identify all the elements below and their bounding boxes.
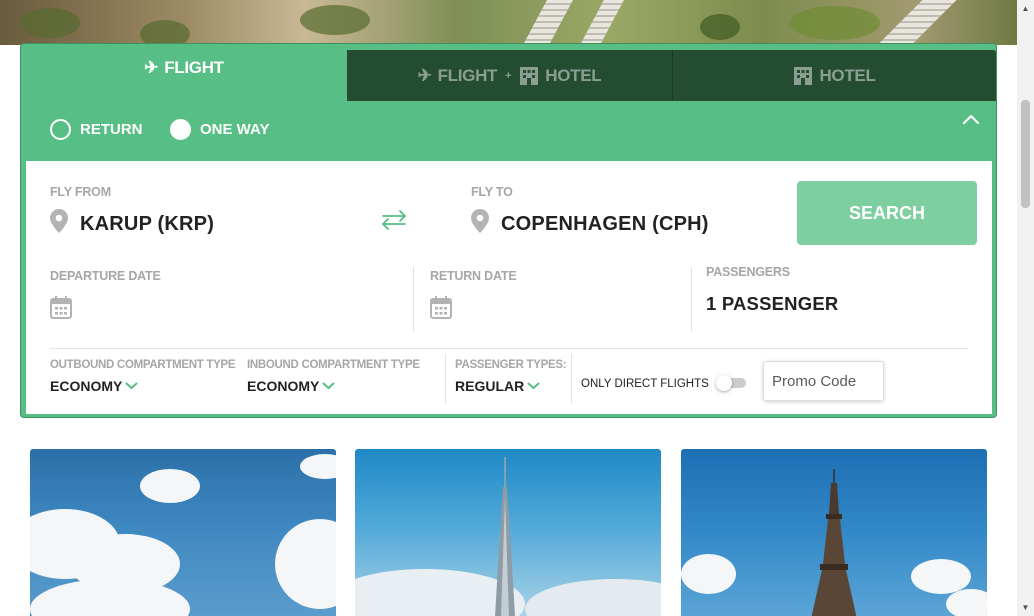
departure-date-field[interactable]: [80, 291, 400, 321]
passenger-types-label: PASSENGER TYPES:: [455, 359, 567, 371]
location-pin-icon: [50, 209, 68, 233]
chevron-down-icon: [322, 382, 335, 390]
divider: [691, 267, 692, 331]
chevron-down-icon: [125, 382, 138, 390]
tab-flight-hotel-label-flight: FLIGHT: [437, 65, 498, 85]
swap-arrows-icon[interactable]: [381, 209, 407, 231]
promo-code-input[interactable]: [763, 361, 884, 401]
calendar-icon[interactable]: [430, 295, 452, 319]
plane-icon: ✈: [144, 58, 159, 77]
radio-return[interactable]: RETURN: [50, 119, 143, 140]
location-pin-icon: [471, 209, 489, 233]
destination-card[interactable]: [681, 449, 987, 616]
radio-one-way-label: ONE WAY: [200, 121, 270, 138]
chevron-up-icon[interactable]: [962, 111, 980, 129]
tab-flight-label: FLIGHT: [164, 58, 224, 77]
only-direct-flights-label: ONLY DIRECT FLIGHTS: [581, 378, 709, 390]
destination-card[interactable]: [30, 449, 336, 616]
divider: [445, 354, 446, 404]
calendar-icon[interactable]: [50, 295, 72, 319]
scroll-up-arrow-icon[interactable]: ▲: [1017, 0, 1034, 17]
plane-icon: ✈: [417, 65, 432, 85]
passengers-field[interactable]: 1 PASSENGER: [706, 293, 838, 315]
hero-image: [0, 0, 1017, 45]
chevron-down-icon: [527, 382, 540, 390]
burj-khalifa-image: [495, 457, 515, 616]
tab-flight[interactable]: ✈ FLIGHT: [21, 44, 347, 101]
passenger-types-value: REGULAR: [455, 378, 525, 394]
passengers-label: PASSENGERS: [706, 265, 790, 279]
return-date-label: RETURN DATE: [430, 269, 517, 283]
radio-one-way[interactable]: ONE WAY: [170, 119, 269, 140]
tab-hotel-label: HOTEL: [819, 65, 876, 85]
radio-circle-icon: [50, 119, 71, 140]
passenger-types-select[interactable]: REGULAR: [455, 378, 540, 394]
fly-to-label: FLY TO: [471, 185, 513, 199]
search-form: FLY FROM KARUP (KRP) FLY TO COPENHAGEN (…: [26, 161, 992, 414]
scrollbar-thumb[interactable]: [1021, 100, 1030, 208]
divider: [50, 348, 968, 349]
outbound-compartment-select[interactable]: ECONOMY: [50, 378, 138, 394]
radio-circle-icon: [170, 119, 191, 140]
departure-date-label: DEPARTURE DATE: [50, 269, 161, 283]
outbound-compartment-value: ECONOMY: [50, 378, 123, 394]
outbound-compartment-label: OUTBOUND COMPARTMENT TYPE: [50, 359, 236, 371]
fly-from-field[interactable]: KARUP (KRP): [80, 213, 214, 236]
divider: [571, 354, 572, 404]
only-direct-flights-toggle[interactable]: [716, 375, 746, 391]
scrollbar[interactable]: ▲ ▼: [1017, 0, 1034, 616]
scroll-down-arrow-icon[interactable]: ▼: [1017, 599, 1034, 616]
tab-hotel[interactable]: HOTEL: [673, 50, 996, 101]
fly-from-label: FLY FROM: [50, 185, 111, 199]
fly-to-field[interactable]: COPENHAGEN (CPH): [501, 213, 709, 236]
plus-sign: +: [505, 69, 512, 82]
inbound-compartment-label: INBOUND COMPARTMENT TYPE: [247, 359, 420, 371]
destination-card[interactable]: [355, 449, 661, 616]
eiffel-tower-image: [811, 469, 857, 616]
hotel-icon: [520, 66, 539, 85]
search-button[interactable]: SEARCH: [797, 181, 977, 245]
inbound-compartment-value: ECONOMY: [247, 378, 320, 394]
inbound-compartment-select[interactable]: ECONOMY: [247, 378, 335, 394]
page: ▲ ▼ ✈ FLIGHT ✈ FLIGHT + HOTEL HOTEL RETU…: [0, 0, 1034, 616]
return-date-field[interactable]: [460, 291, 680, 321]
divider: [413, 267, 414, 331]
tab-flight-hotel-label-hotel: HOTEL: [545, 65, 602, 85]
hotel-icon: [794, 66, 813, 85]
booking-widget: ✈ FLIGHT ✈ FLIGHT + HOTEL HOTEL RETURN O…: [20, 43, 997, 418]
tab-flight-hotel[interactable]: ✈ FLIGHT + HOTEL: [347, 50, 673, 101]
radio-return-label: RETURN: [80, 121, 143, 138]
